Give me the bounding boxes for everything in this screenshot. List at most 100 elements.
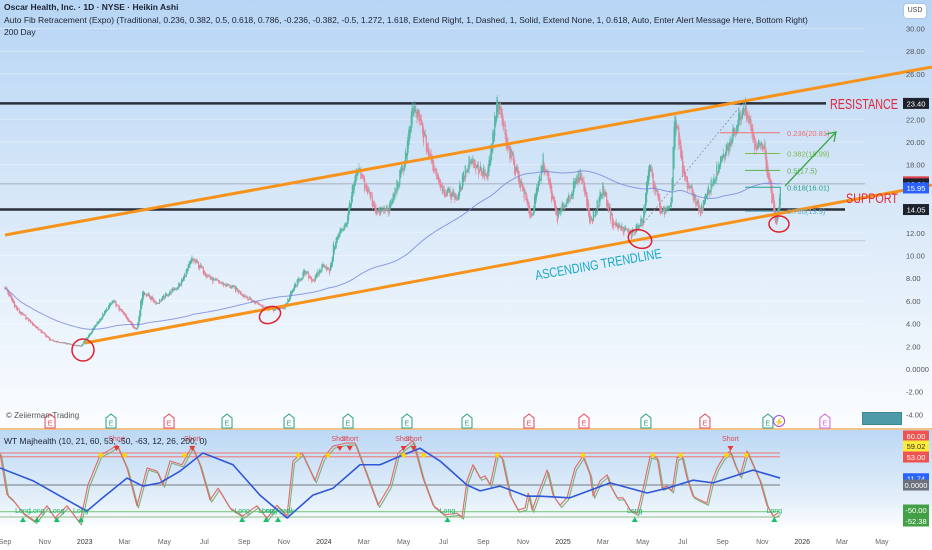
price-label-text: 14.05: [907, 206, 926, 215]
symbol-title[interactable]: Oscar Health, Inc. · 1D · NYSE · Heikin …: [4, 2, 178, 12]
price-axis[interactable]: 30.00 28.00 26.00 22.00 20.00 18.00 12.00 10.00…: [903, 25, 929, 527]
collapsed-label-box[interactable]: [862, 412, 902, 425]
time-axis-tick: Jul: [200, 539, 209, 546]
fib-level-label: 0.618(16.01): [787, 183, 830, 192]
cross-dot: [421, 452, 426, 458]
candle: [160, 301, 162, 303]
cross-dot: [325, 452, 331, 458]
time-axis-tick: Mar: [119, 539, 132, 546]
candle: [106, 310, 109, 312]
price-axis-tick: 18.00: [906, 161, 925, 170]
candle: [175, 289, 177, 291]
candle: [184, 276, 186, 278]
earnings-event-label: E: [644, 421, 649, 428]
oscillator-legend[interactable]: WT Majhealth (10, 21, 60, 53, -50, -63, …: [4, 436, 207, 446]
long-signal-label: Long: [29, 508, 45, 515]
long-signal-label: Long: [440, 508, 456, 515]
cross-dot: [724, 452, 729, 458]
price-axis-tick: 10.00: [906, 252, 925, 261]
price-axis-tick: 30.00: [906, 25, 925, 34]
circle-low-nov-2025: [768, 215, 790, 233]
time-axis-tick: May: [636, 539, 650, 546]
earnings-event-label: E: [405, 421, 410, 428]
time-axis-tick: Nov: [39, 539, 52, 546]
price-label-text: 15.95: [907, 184, 926, 193]
cross-dot: [182, 452, 187, 458]
earnings-event-label: E: [766, 421, 771, 428]
ascending-trendline-label: ASCENDING TRENDLINE: [534, 246, 663, 283]
candle: [294, 284, 297, 288]
earnings-event-label: E: [109, 421, 114, 428]
candle: [172, 287, 174, 291]
earnings-event-label: E: [823, 421, 828, 428]
candle: [159, 299, 161, 303]
time-axis-tick: Sep: [0, 539, 11, 546]
long-signal-label: Long: [49, 508, 65, 515]
short-signal-marker: [346, 446, 353, 451]
time-axis-tick: Jul: [439, 539, 448, 546]
candle: [675, 119, 677, 133]
time-axis-tick: Mar: [597, 539, 610, 546]
earnings-event-label: E: [225, 421, 230, 428]
cross-dot: [295, 452, 301, 458]
long-signal-label: Long: [627, 508, 643, 515]
short-signal-label: Short: [722, 436, 739, 443]
annotation-circles: [71, 215, 790, 362]
price-axis-tick: 2.00: [906, 342, 921, 351]
time-axis-tick: May: [875, 539, 889, 546]
fib-level-label: 0.236(20.81): [787, 129, 830, 138]
ma-indicator-legend[interactable]: 200 Day: [4, 27, 36, 37]
chart-canvas: 0.236(20.81)0.382(18.99)0.5(17.5)0.618(1…: [0, 25, 932, 546]
candle: [413, 112, 415, 114]
author-watermark: © Zeiierman-Trading: [6, 411, 80, 420]
short-signal-label: Short: [341, 436, 358, 443]
oscillator-label-text: -50.00: [905, 506, 926, 515]
price-axis-tick: 6.00: [906, 297, 921, 306]
time-axis-tick: Jul: [678, 539, 687, 546]
price-axis-tick: -2.00: [906, 388, 923, 397]
long-signal-marker: [771, 517, 778, 522]
fib-indicator-legend[interactable]: Auto Fib Retracement (Expo) (Traditional…: [4, 15, 808, 25]
candle: [167, 295, 169, 297]
green-arrow: [784, 131, 837, 187]
cross-dot: [678, 452, 683, 458]
fib-trend-dashed-line: [630, 100, 745, 239]
time-axis-labels: Sep Nov 2023 Mar May Jul Sep Nov 2024 Mar May Jul Se…: [0, 539, 889, 546]
oscillator-label-text: -52.38: [905, 517, 926, 526]
candle: [509, 146, 511, 160]
long-signal-marker: [444, 517, 451, 522]
long-signal-marker: [275, 517, 282, 522]
candle: [457, 198, 459, 200]
time-axis-tick: 2024: [316, 539, 332, 546]
long-signal-label: Long: [234, 508, 250, 515]
short-signal-label: Short: [405, 436, 422, 443]
currency-button[interactable]: USD: [904, 4, 926, 18]
time-axis-tick: Nov: [517, 539, 530, 546]
oscillator-label-text: 59.02: [907, 442, 926, 451]
fib-level-label: 0.786(13.9): [787, 207, 826, 216]
price-axis-tick: 0.0000: [906, 365, 929, 374]
price-axis-tick: -4.00: [906, 410, 923, 419]
candle: [743, 110, 745, 112]
candle: [153, 299, 155, 303]
circle-low-2023: [71, 338, 95, 362]
time-axis-tick: 2026: [794, 539, 810, 546]
time-axis-tick: May: [397, 539, 411, 546]
price-axis-tick: 8.00: [906, 274, 921, 283]
candle: [179, 284, 182, 286]
cross-dot: [580, 452, 586, 458]
support-label: SUPPORT: [846, 190, 898, 206]
candle: [102, 313, 104, 319]
event-markers: E E E E E E E E E E E E E ⚡ E: [44, 413, 831, 429]
price-axis-tick: 12.00: [906, 229, 925, 238]
short-signal-marker: [727, 446, 734, 451]
wt-oscillator: Short Short ShortShort ShortShort ShortLongL…: [0, 436, 782, 526]
price-axis-tick: 28.00: [906, 47, 925, 56]
long-signal-label: Long: [73, 508, 89, 515]
earnings-event-label: E: [346, 421, 351, 428]
earnings-event-label: E: [48, 421, 53, 428]
oscillator-label-text: 0.0000: [905, 481, 928, 490]
time-axis-tick: Sep: [716, 539, 729, 546]
candles: [4, 95, 781, 347]
earnings-event-label: E: [167, 421, 172, 428]
